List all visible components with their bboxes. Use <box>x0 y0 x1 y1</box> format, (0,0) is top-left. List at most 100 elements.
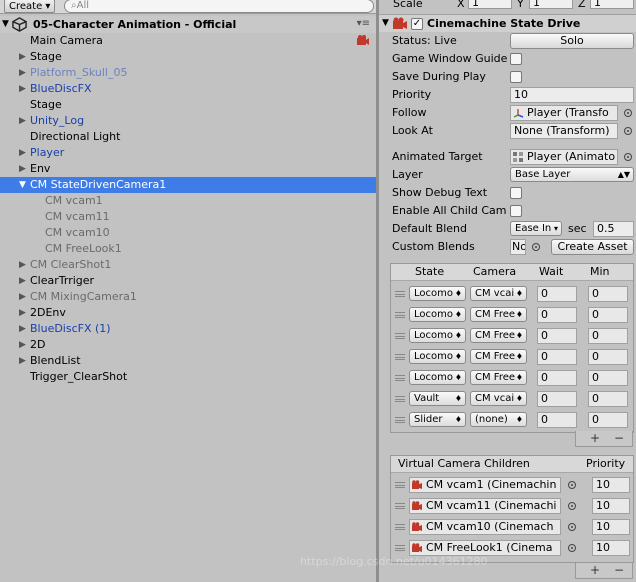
hierarchy-item-platform-skull[interactable]: ▶ Platform_Skull_05 <box>0 65 376 81</box>
wait-field[interactable]: 0 <box>537 391 577 407</box>
wait-field[interactable]: 0 <box>537 349 577 365</box>
state-dropdown[interactable]: Locomo ♦ <box>409 286 466 301</box>
expand-arrow-icon[interactable]: ▶ <box>19 113 29 129</box>
expand-arrow-icon[interactable]: ▶ <box>19 81 29 97</box>
min-field[interactable]: 0 <box>588 391 628 407</box>
object-picker-icon[interactable] <box>624 153 632 161</box>
drag-handle-icon[interactable] <box>395 545 405 551</box>
child-camera-field[interactable]: CM vcam11 (Cinemachi <box>409 498 561 514</box>
expand-arrow-icon[interactable]: ▶ <box>19 337 29 353</box>
state-dropdown[interactable]: Locomo ♦ <box>409 307 466 322</box>
create-asset-button[interactable]: Create Asset <box>551 239 634 255</box>
hierarchy-item-cm-vcam10[interactable]: CM vcam10 <box>0 225 376 241</box>
camera-dropdown[interactable]: CM Free ♦ <box>470 349 527 364</box>
min-field[interactable]: 0 <box>588 328 628 344</box>
scale-z-field[interactable]: 1 <box>590 0 634 9</box>
default-blend-dropdown[interactable]: Ease In ▾ <box>510 221 562 236</box>
game-window-guides-checkbox[interactable] <box>510 53 522 65</box>
drag-handle-icon[interactable] <box>395 354 405 360</box>
child-priority-field[interactable]: 10 <box>592 498 630 514</box>
min-field[interactable]: 0 <box>588 286 628 302</box>
state-dropdown[interactable]: Locomo ♦ <box>409 328 466 343</box>
expand-arrow-icon[interactable]: ▶ <box>19 321 29 337</box>
collapse-arrow-icon[interactable]: ▼ <box>382 18 389 28</box>
remove-state-button[interactable]: − <box>614 431 624 445</box>
hierarchy-item-stage-2[interactable]: Stage <box>0 97 376 113</box>
table-row[interactable]: Locomo ♦ CM Free ♦ 0 0 <box>391 306 633 324</box>
object-picker-icon[interactable] <box>624 109 632 117</box>
scale-y-field[interactable]: 1 <box>529 0 573 9</box>
table-row[interactable]: Locomo ♦ CM vcai ♦ 0 0 <box>391 285 633 303</box>
hierarchy-item-cm-clearshot1[interactable]: ▶ CM ClearShot1 <box>0 257 376 273</box>
collapse-arrow-icon[interactable]: ▼ <box>19 177 29 193</box>
priority-field[interactable]: 10 <box>510 87 634 103</box>
create-button[interactable]: Create ▾ <box>4 0 56 13</box>
save-during-play-checkbox[interactable] <box>510 71 522 83</box>
object-picker-icon[interactable] <box>624 127 632 135</box>
camera-dropdown[interactable]: CM vcai ♦ <box>470 391 527 406</box>
object-picker-icon[interactable] <box>568 502 576 510</box>
wait-field[interactable]: 0 <box>537 286 577 302</box>
child-priority-field[interactable]: 10 <box>592 519 630 535</box>
min-field[interactable]: 0 <box>588 307 628 323</box>
drag-handle-icon[interactable] <box>395 417 405 423</box>
table-row[interactable]: Locomo ♦ CM Free ♦ 0 0 <box>391 327 633 345</box>
hierarchy-item-2d[interactable]: ▶ 2D <box>0 337 376 353</box>
state-dropdown[interactable]: Locomo ♦ <box>409 370 466 385</box>
remove-child-button[interactable]: − <box>614 563 624 577</box>
solo-button[interactable]: Solo <box>510 33 634 49</box>
wait-field[interactable]: 0 <box>537 412 577 428</box>
min-field[interactable]: 0 <box>588 370 628 386</box>
component-enabled-checkbox[interactable]: ✓ <box>411 18 423 30</box>
hierarchy-item-bluediscfx-1[interactable]: ▶ BlueDiscFX (1) <box>0 321 376 337</box>
drag-handle-icon[interactable] <box>395 291 405 297</box>
hierarchy-item-cm-freelook1[interactable]: CM FreeLook1 <box>0 241 376 257</box>
scale-x-field[interactable]: 1 <box>468 0 512 9</box>
enable-all-child-checkbox[interactable] <box>510 205 522 217</box>
drag-handle-icon[interactable] <box>395 375 405 381</box>
search-input[interactable]: ⌕All <box>64 0 374 13</box>
add-child-button[interactable]: + <box>590 563 600 577</box>
blend-seconds-field[interactable]: 0.5 <box>593 221 634 237</box>
hierarchy-item-cleartrriger[interactable]: ▶ ClearTrriger <box>0 273 376 289</box>
state-dropdown[interactable]: Locomo ♦ <box>409 349 466 364</box>
drag-handle-icon[interactable] <box>395 482 405 488</box>
min-field[interactable]: 0 <box>588 412 628 428</box>
hierarchy-item-unity-log[interactable]: ▶ Unity_Log <box>0 113 376 129</box>
child-priority-field[interactable]: 10 <box>592 477 630 493</box>
drag-handle-icon[interactable] <box>395 503 405 509</box>
expand-arrow-icon[interactable]: ▶ <box>19 305 29 321</box>
wait-field[interactable]: 0 <box>537 328 577 344</box>
expand-arrow-icon[interactable]: ▶ <box>19 49 29 65</box>
expand-arrow-icon[interactable]: ▶ <box>19 289 29 305</box>
hierarchy-item-2denv[interactable]: ▶ 2DEnv <box>0 305 376 321</box>
follow-field[interactable]: Player (Transfo <box>510 105 618 121</box>
hierarchy-item-directional-light[interactable]: Directional Light <box>0 129 376 145</box>
hierarchy-item-stage[interactable]: ▶ Stage <box>0 49 376 65</box>
animated-target-field[interactable]: Player (Animato <box>510 149 618 165</box>
expand-arrow-icon[interactable]: ▶ <box>19 65 29 81</box>
camera-dropdown[interactable]: CM Free ♦ <box>470 328 527 343</box>
hierarchy-item-cm-vcam1[interactable]: CM vcam1 <box>0 193 376 209</box>
object-picker-icon[interactable] <box>568 481 576 489</box>
table-row[interactable]: CM vcam10 (Cinemach 10 <box>391 518 633 536</box>
table-row[interactable]: CM vcam1 (Cinemachin 10 <box>391 476 633 494</box>
drag-handle-icon[interactable] <box>395 396 405 402</box>
camera-dropdown[interactable]: (none) ♦ <box>470 412 527 427</box>
add-state-button[interactable]: + <box>590 431 600 445</box>
wait-field[interactable]: 0 <box>537 307 577 323</box>
state-dropdown[interactable]: Vault ♦ <box>409 391 466 406</box>
look-at-field[interactable]: None (Transform) <box>510 123 618 139</box>
child-camera-field[interactable]: CM vcam10 (Cinemach <box>409 519 561 535</box>
drag-handle-icon[interactable] <box>395 333 405 339</box>
custom-blends-field[interactable]: No <box>510 239 526 255</box>
child-camera-field[interactable]: CM vcam1 (Cinemachin <box>409 477 561 493</box>
table-row[interactable]: Locomo ♦ CM Free ♦ 0 0 <box>391 369 633 387</box>
drag-handle-icon[interactable] <box>395 524 405 530</box>
scene-menu-icon[interactable]: ▾≡ <box>357 18 370 29</box>
table-row[interactable]: CM vcam11 (Cinemachi 10 <box>391 497 633 515</box>
hierarchy-item-trigger-clearshot[interactable]: Trigger_ClearShot <box>0 369 376 385</box>
table-row[interactable]: Vault ♦ CM vcai ♦ 0 0 <box>391 390 633 408</box>
camera-dropdown[interactable]: CM Free ♦ <box>470 307 527 322</box>
min-field[interactable]: 0 <box>588 349 628 365</box>
